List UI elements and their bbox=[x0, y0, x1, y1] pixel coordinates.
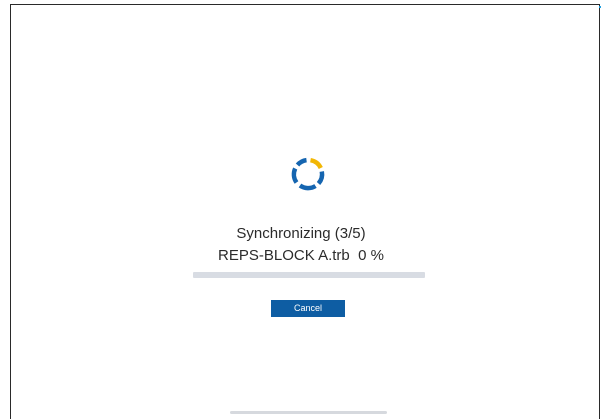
sync-file-status: REPS-BLOCK A.trb 0 % bbox=[0, 247, 602, 265]
sync-screen: Synchronizing (3/5) REPS-BLOCK A.trb 0 %… bbox=[0, 0, 602, 419]
sync-status-title: Synchronizing (3/5) bbox=[236, 225, 366, 242]
sync-percent: 0 % bbox=[358, 247, 384, 264]
home-indicator bbox=[230, 411, 387, 414]
cancel-button[interactable]: Cancel bbox=[271, 300, 345, 317]
sync-file-name: REPS-BLOCK A.trb bbox=[218, 247, 350, 264]
device-frame bbox=[10, 4, 600, 419]
status-dot bbox=[599, 6, 601, 8]
loading-spinner-icon bbox=[289, 155, 327, 193]
sync-progress-bar bbox=[193, 272, 425, 278]
